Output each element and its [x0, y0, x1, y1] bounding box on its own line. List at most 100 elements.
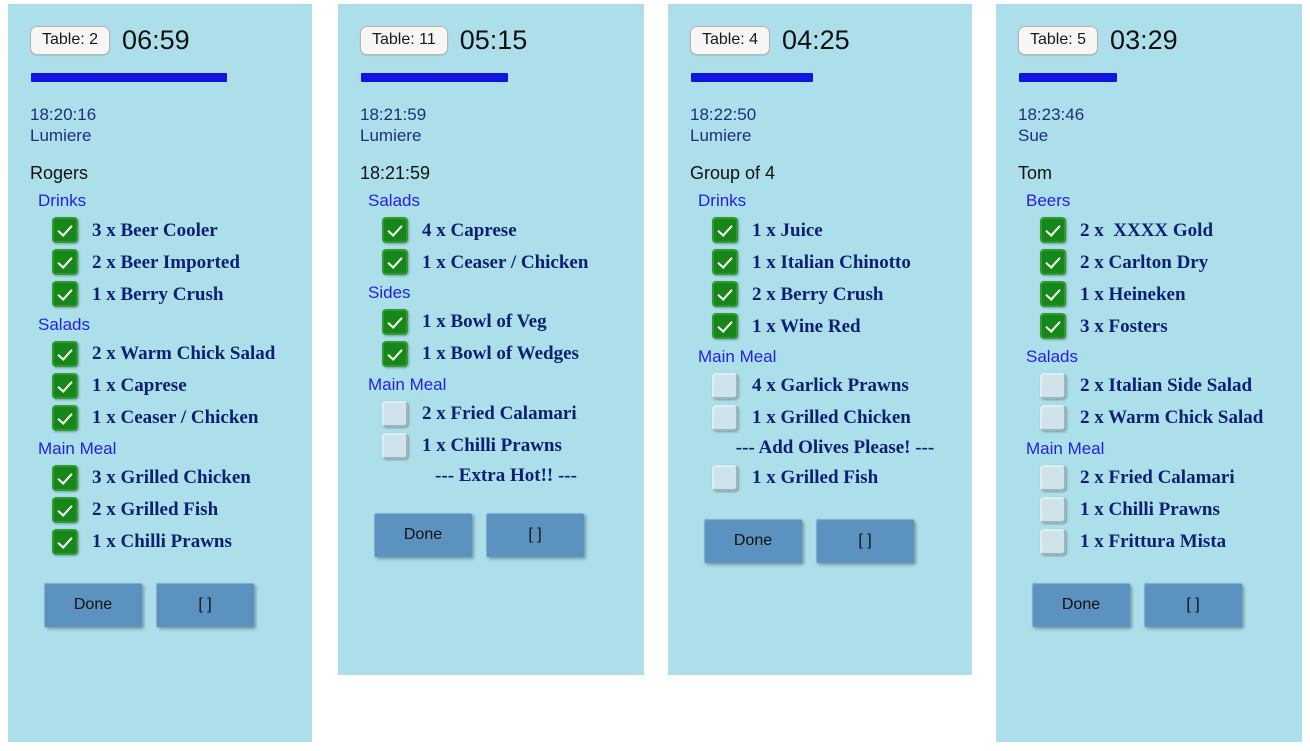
order-item-label: 1 x Heineken [1080, 283, 1186, 305]
order-item-row[interactable]: 1 x Caprese [52, 371, 312, 401]
check-icon-unchecked[interactable] [382, 432, 408, 459]
order-item-row[interactable]: 2 x Italian Side Salad [1040, 371, 1302, 401]
order-item-row[interactable]: 1 x Juice [712, 215, 972, 245]
bracket-button[interactable]: [ ] [156, 582, 254, 627]
order-card-header: Table: 4 04:25 [668, 4, 972, 55]
order-item-row[interactable]: 1 x Ceaser / Chicken [52, 403, 312, 433]
course-heading: Salads [1026, 347, 1078, 367]
check-icon-checked[interactable] [382, 217, 408, 244]
order-item-row[interactable]: 1 x Italian Chinotto [712, 247, 972, 277]
table-number-button[interactable]: Table: 5 [1018, 26, 1099, 55]
order-item-row[interactable]: 1 x Chilli Prawns [52, 527, 312, 557]
order-progress-track [691, 73, 972, 82]
course-heading: Main Meal [368, 374, 447, 394]
order-item-row[interactable]: 2 x Berry Crush [712, 279, 972, 309]
done-button[interactable]: Done [704, 518, 802, 563]
order-item-row[interactable]: 3 x Beer Cooler [52, 215, 312, 245]
table-number-button[interactable]: Table: 2 [30, 26, 111, 55]
order-item-row[interactable]: 2 x XXXX Gold [1040, 215, 1302, 245]
order-item-label: 1 x Wine Red [752, 315, 861, 337]
check-icon-unchecked[interactable] [1040, 372, 1066, 399]
check-icon-unchecked[interactable] [1040, 464, 1066, 491]
check-icon-checked[interactable] [52, 496, 78, 523]
check-icon-checked[interactable] [712, 313, 738, 340]
check-icon-checked[interactable] [712, 217, 738, 244]
order-item-row[interactable]: 1 x Heineken [1040, 279, 1302, 309]
order-card-footer: Done [ ] [1032, 582, 1302, 627]
check-icon-checked[interactable] [52, 464, 78, 491]
customer-name: Group of 4 [690, 162, 776, 183]
check-icon-checked[interactable] [52, 249, 78, 276]
table-number-button[interactable]: Table: 4 [690, 26, 771, 55]
order-item-row[interactable]: 2 x Warm Chick Salad [1040, 403, 1302, 433]
order-progress-fill [1019, 73, 1117, 82]
order-item-row[interactable]: 3 x Fosters [1040, 311, 1302, 341]
customer-name: 18:21:59 [360, 162, 431, 183]
order-item-row[interactable]: 2 x Carlton Dry [1040, 247, 1302, 277]
order-item-row[interactable]: 2 x Fried Calamari [382, 399, 644, 429]
order-item-row[interactable]: 2 x Grilled Fish [52, 495, 312, 525]
order-item-row[interactable]: 1 x Chilli Prawns [382, 431, 644, 461]
check-icon-checked[interactable] [52, 281, 78, 308]
done-button[interactable]: Done [1032, 582, 1130, 627]
order-item-label: 2 x Grilled Fish [92, 499, 219, 521]
order-item-label: 3 x Grilled Chicken [92, 467, 251, 489]
check-icon-unchecked[interactable] [1040, 528, 1066, 555]
order-item-row[interactable]: 4 x Caprese [382, 215, 644, 245]
done-button[interactable]: Done [374, 512, 472, 557]
waiter-name: Lumiere [30, 126, 92, 146]
check-icon-unchecked[interactable] [712, 404, 738, 431]
order-item-row[interactable]: 3 x Grilled Chicken [52, 463, 312, 493]
check-icon-unchecked[interactable] [1040, 496, 1066, 523]
order-item-row[interactable]: 1 x Frittura Mista [1040, 527, 1302, 557]
check-icon-checked[interactable] [382, 308, 408, 335]
order-item-row[interactable]: 1 x Grilled Chicken [712, 403, 972, 433]
order-item-label: 1 x Chilli Prawns [92, 531, 232, 553]
check-icon-checked[interactable] [1040, 217, 1066, 244]
check-icon-checked[interactable] [382, 340, 408, 367]
order-item-label: 2 x Beer Imported [92, 251, 240, 273]
order-progress-track [31, 73, 312, 82]
order-item-row[interactable]: 2 x Fried Calamari [1040, 463, 1302, 493]
bracket-button[interactable]: [ ] [486, 512, 584, 557]
check-icon-unchecked[interactable] [712, 372, 738, 399]
bracket-button[interactable]: [ ] [1144, 582, 1242, 627]
waiter-name: Lumiere [690, 126, 752, 146]
check-icon-checked[interactable] [382, 249, 408, 276]
order-item-row[interactable]: 1 x Bowl of Veg [382, 307, 644, 337]
check-icon-checked[interactable] [52, 372, 78, 399]
order-items: Drinks 1 x Juice 1 x Italian Chinotto 2 x B… [668, 190, 972, 493]
order-item-label: 1 x Italian Chinotto [752, 251, 911, 273]
check-icon-unchecked[interactable] [1040, 404, 1066, 431]
kitchen-order-board: Table: 2 06:59 18:20:16 Lumiere Rogers Drinks… [0, 0, 1310, 751]
order-item-row[interactable]: 4 x Garlick Prawns [712, 371, 972, 401]
check-icon-checked[interactable] [1040, 313, 1066, 340]
order-progress-track [1019, 73, 1302, 82]
check-icon-checked[interactable] [52, 340, 78, 367]
order-item-row[interactable]: 1 x Wine Red [712, 311, 972, 341]
order-card-header: Table: 5 03:29 [996, 4, 1302, 55]
check-icon-checked[interactable] [712, 281, 738, 308]
done-button[interactable]: Done [44, 582, 142, 627]
check-icon-checked[interactable] [712, 249, 738, 276]
order-item-row[interactable]: 1 x Chilli Prawns [1040, 495, 1302, 525]
check-icon-checked[interactable] [52, 528, 78, 555]
waiter-name: Sue [1018, 126, 1049, 146]
order-item-row[interactable]: 1 x Berry Crush [52, 279, 312, 309]
order-item-row[interactable]: 2 x Warm Chick Salad [52, 339, 312, 369]
check-icon-unchecked[interactable] [712, 464, 738, 491]
course-heading: Main Meal [1026, 438, 1105, 458]
check-icon-unchecked[interactable] [382, 400, 408, 427]
check-icon-checked[interactable] [52, 217, 78, 244]
customer-name: Tom [1018, 162, 1053, 183]
check-icon-checked[interactable] [52, 404, 78, 431]
bracket-button[interactable]: [ ] [816, 518, 914, 563]
order-card-footer: Done [ ] [44, 582, 312, 627]
check-icon-checked[interactable] [1040, 281, 1066, 308]
check-icon-checked[interactable] [1040, 249, 1066, 276]
order-item-row[interactable]: 2 x Beer Imported [52, 247, 312, 277]
order-item-row[interactable]: 1 x Grilled Fish [712, 463, 972, 493]
order-item-row[interactable]: 1 x Ceaser / Chicken [382, 247, 644, 277]
table-number-button[interactable]: Table: 11 [360, 26, 448, 55]
order-item-row[interactable]: 1 x Bowl of Wedges [382, 339, 644, 369]
